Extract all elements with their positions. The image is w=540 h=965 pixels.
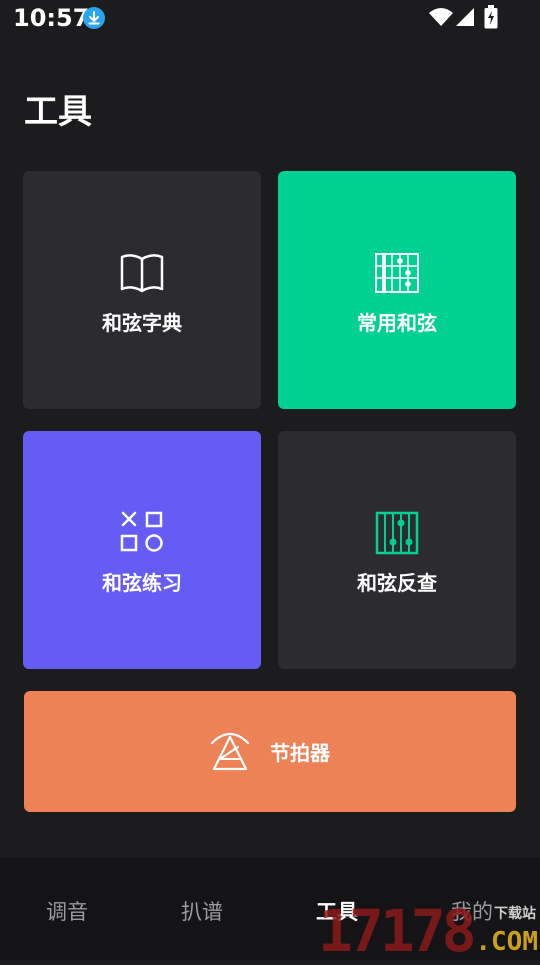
status-bar: 10:57	[0, 0, 540, 40]
metronome-icon	[210, 732, 250, 771]
common-chords-label: 常用和弦	[357, 311, 437, 335]
status-time: 10:57	[13, 4, 90, 32]
download-icon	[83, 7, 105, 29]
nav-tuner[interactable]: 调音	[17, 896, 117, 926]
chord-practice-card[interactable]: 和弦练习	[23, 431, 261, 669]
bottom-navigation: 调音 扒谱 工具 我的	[0, 858, 540, 960]
chord-chart-icon	[375, 253, 419, 293]
chord-dictionary-card[interactable]: 和弦字典	[23, 171, 261, 409]
battery-charging-icon	[484, 5, 498, 29]
chord-lookup-label: 和弦反查	[357, 571, 437, 595]
common-chords-card[interactable]: 常用和弦	[278, 171, 516, 409]
fretboard-icon	[375, 511, 419, 555]
chord-dictionary-label: 和弦字典	[102, 311, 182, 335]
signal-icon	[456, 8, 474, 26]
book-icon	[120, 254, 164, 293]
metronome-card[interactable]: 节拍器	[24, 691, 516, 812]
page-title: 工具	[24, 92, 92, 132]
nav-tools[interactable]: 工具	[287, 896, 387, 926]
shapes-icon	[120, 511, 163, 552]
wifi-icon	[429, 8, 453, 26]
nav-profile[interactable]: 我的	[422, 896, 522, 926]
chord-practice-label: 和弦练习	[102, 571, 182, 595]
nav-transcribe[interactable]: 扒谱	[152, 896, 252, 926]
chord-lookup-card[interactable]: 和弦反查	[278, 431, 516, 669]
metronome-label: 节拍器	[270, 741, 330, 765]
